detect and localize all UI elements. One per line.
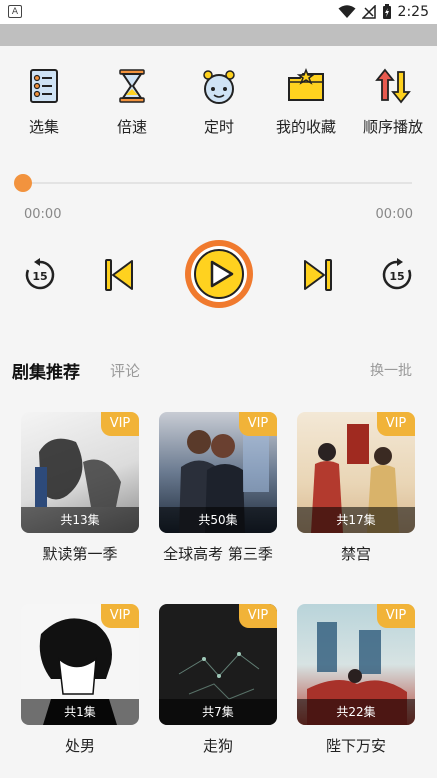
refresh-batch-button[interactable]: 换一批 [370,360,412,380]
tab-recommended[interactable]: 剧集推荐 [12,358,80,383]
rewind-15-button[interactable]: 15 [20,255,60,295]
series-card[interactable]: VIP 共13集 默读第一季 [21,412,139,564]
section-header: 剧集推荐 评论 换一批 [12,358,424,383]
episodes-label: 选集 [28,118,59,136]
favorites-button[interactable]: 我的收藏 [262,60,350,137]
cover-image: VIP 共13集 [21,412,139,533]
progress-slider[interactable] [14,173,414,193]
next-button[interactable] [298,255,338,295]
forward-seconds: 15 [389,270,404,283]
vip-badge: VIP [239,412,277,436]
series-card[interactable]: VIP 共50集 全球高考 第三季 [159,412,277,564]
top-band [0,24,437,46]
rewind-icon: 15 [25,258,55,290]
cover-image: VIP 共7集 [159,604,277,725]
rewind-seconds: 15 [32,270,47,283]
hourglass-icon [119,69,145,103]
speed-button[interactable]: 倍速 [88,60,176,137]
episode-count: 共22集 [297,699,415,725]
series-title: 陛下万安 [325,737,386,755]
battery-icon [382,4,391,19]
cover-image: VIP 共17集 [297,412,415,533]
clock-text: 2:25 [397,4,429,20]
play-order-label: 顺序播放 [362,118,423,136]
previous-icon [105,259,133,291]
signal-icon [361,5,376,19]
vip-badge: VIP [377,412,415,436]
episodes-button[interactable]: 选集 [0,60,88,137]
episode-count: 共17集 [297,507,415,533]
player-toolbar: 选集 倍速 定时 我的收藏 顺序播放 [0,60,437,140]
episode-count: 共50集 [159,507,277,533]
episode-count: 共1集 [21,699,139,725]
play-icon [185,240,253,308]
series-title: 全球高考 第三季 [163,545,273,563]
cover-image: VIP 共1集 [21,604,139,725]
cover-image: VIP 共22集 [297,604,415,725]
series-card[interactable]: VIP 共1集 处男 [21,604,139,756]
series-title: 处男 [64,737,95,755]
episode-count: 共7集 [159,699,277,725]
vip-badge: VIP [239,604,277,628]
series-title: 禁宫 [340,545,371,563]
series-title: 默读第一季 [42,545,118,563]
forward-icon: 15 [382,258,412,290]
speed-label: 倍速 [116,118,147,136]
progress-knob[interactable] [14,174,32,192]
vip-badge: VIP [101,412,139,436]
vip-badge: VIP [101,604,139,628]
series-card[interactable]: VIP 共17集 禁宫 [297,412,415,564]
timer-label: 定时 [203,118,234,136]
series-title: 走狗 [202,737,233,755]
tab-comments[interactable]: 评论 [110,360,140,381]
favorites-folder-icon [288,67,324,101]
favorites-label: 我的收藏 [275,118,336,136]
sequence-arrows-icon [375,68,411,104]
episode-count: 共13集 [21,507,139,533]
vip-badge: VIP [377,604,415,628]
total-time: 00:00 [375,207,413,222]
series-card[interactable]: VIP 共7集 走狗 [159,604,277,756]
previous-button[interactable] [99,255,139,295]
next-icon [304,259,332,291]
play-button[interactable] [183,238,255,310]
current-time: 00:00 [24,207,62,222]
wifi-icon [338,5,356,18]
cover-image: VIP 共50集 [159,412,277,533]
series-card[interactable]: VIP 共22集 陛下万安 [297,604,415,756]
playlist-icon [30,69,58,103]
app-notification-icon: A [8,5,22,18]
forward-15-button[interactable]: 15 [377,255,417,295]
progress-track [22,182,412,184]
alarm-clock-icon [203,70,235,104]
timer-button[interactable]: 定时 [175,60,263,137]
status-bar: A 2:25 [0,0,437,24]
play-order-button[interactable]: 顺序播放 [349,60,437,137]
status-icons: 2:25 [338,0,429,24]
